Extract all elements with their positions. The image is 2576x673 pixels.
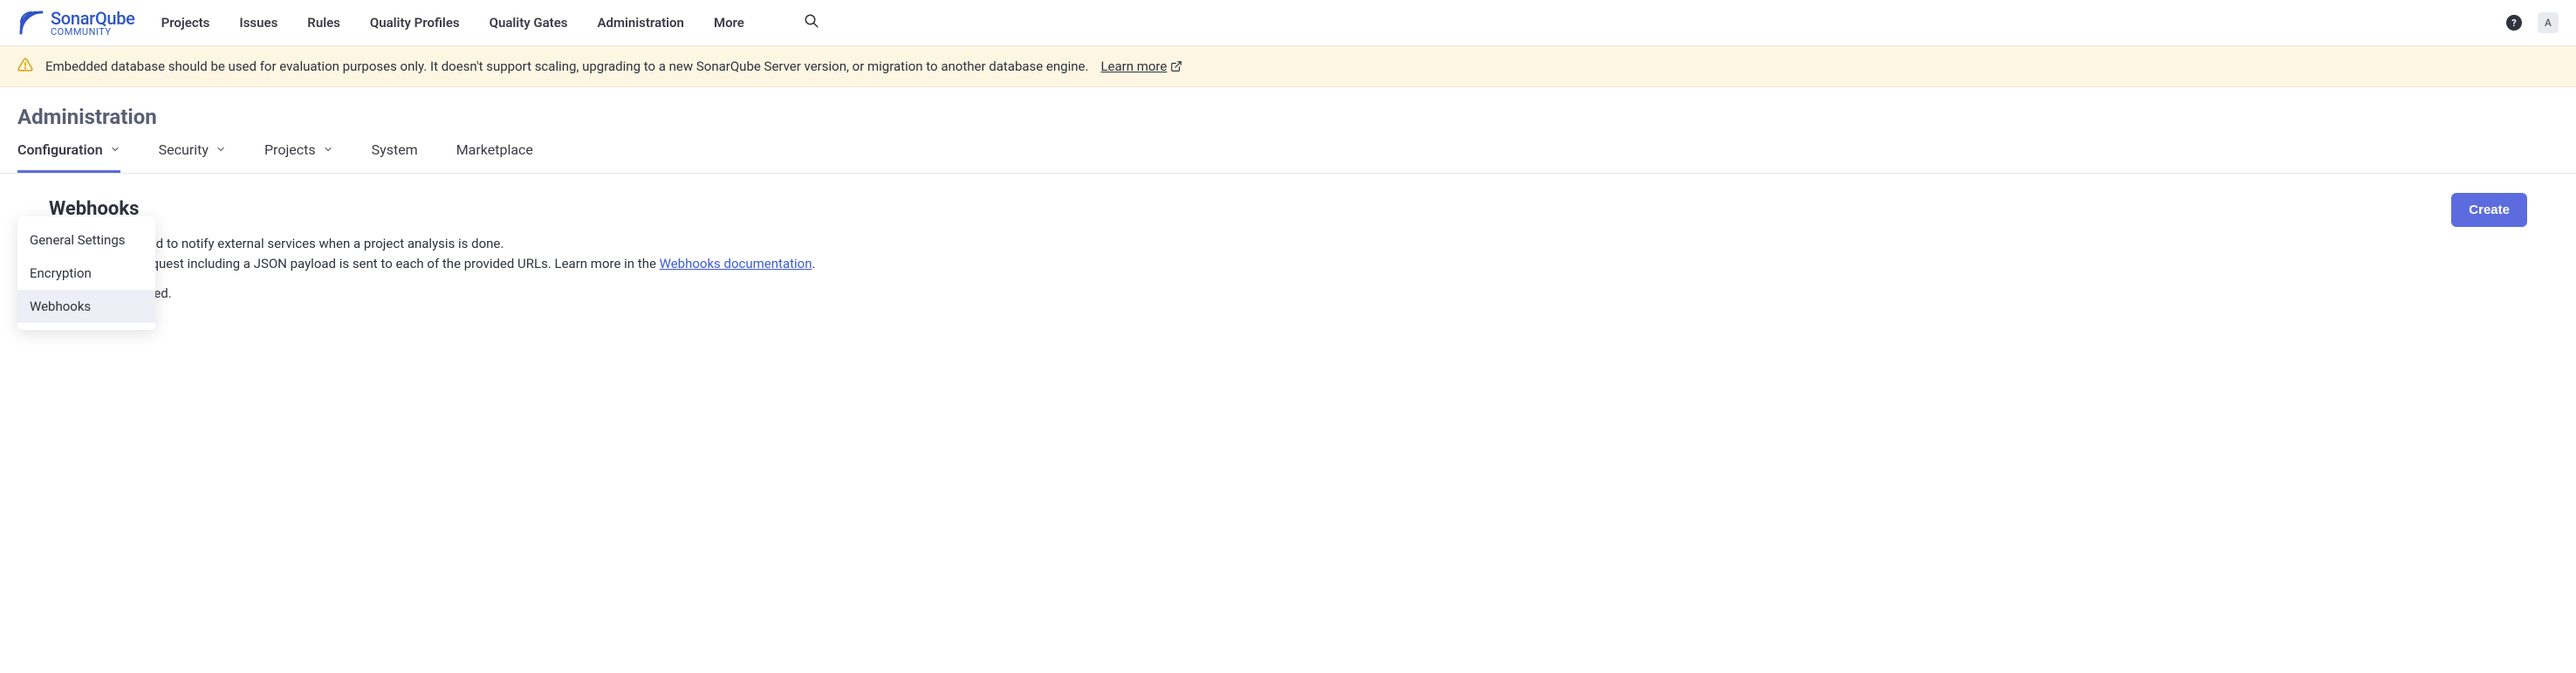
create-button[interactable]: Create: [2451, 193, 2527, 227]
nav-administration[interactable]: Administration: [598, 15, 684, 31]
nav-issues[interactable]: Issues: [239, 15, 277, 31]
tab-marketplace[interactable]: Marketplace: [456, 141, 533, 173]
content-description: Webhooks are used to notify external ser…: [49, 234, 904, 273]
tab-label: Projects: [264, 141, 316, 158]
webhooks-doc-link[interactable]: Webhooks documentation: [660, 256, 812, 271]
external-link-icon: [1170, 60, 1182, 72]
brand-logo[interactable]: SonarQube COMMUNITY: [17, 9, 135, 37]
page-title: Administration: [17, 105, 2559, 129]
tab-label: Configuration: [17, 141, 103, 158]
topnav-items: Projects Issues Rules Quality Profiles Q…: [161, 13, 819, 32]
tab-label: System: [372, 141, 418, 158]
chevron-down-icon: [110, 141, 120, 158]
empty-state-message: No webhook defined.: [49, 285, 2527, 301]
dropdown-item-webhooks[interactable]: Webhooks: [17, 290, 155, 323]
chevron-down-icon: [216, 141, 226, 158]
tab-configuration[interactable]: Configuration: [17, 141, 120, 173]
banner-link-label: Learn more: [1100, 58, 1167, 74]
dropdown-item-encryption[interactable]: Encryption: [17, 257, 155, 290]
nav-more[interactable]: More: [714, 15, 744, 31]
top-navbar: SonarQube COMMUNITY Projects Issues Rule…: [0, 0, 2576, 46]
sonarqube-logo-icon: [17, 9, 45, 37]
chevron-down-icon: [323, 141, 333, 158]
tab-label: Marketplace: [456, 141, 533, 158]
tab-projects[interactable]: Projects: [264, 141, 333, 173]
brand-name: SonarQube: [51, 10, 135, 27]
desc-line2b: .: [812, 256, 816, 271]
nav-quality-profiles[interactable]: Quality Profiles: [370, 15, 460, 31]
topnav-right: ? A: [2506, 12, 2559, 33]
embedded-db-warning-banner: Embedded database should be used for eva…: [0, 46, 2576, 87]
tab-label: Security: [159, 141, 209, 158]
admin-tabs: Configuration Security Projects System M…: [0, 141, 2576, 174]
nav-projects[interactable]: Projects: [161, 15, 210, 31]
user-avatar[interactable]: A: [2538, 12, 2559, 33]
warning-icon: [17, 57, 33, 76]
banner-learn-more-link[interactable]: Learn more: [1100, 58, 1182, 74]
search-icon[interactable]: [804, 13, 819, 32]
dropdown-item-general-settings[interactable]: General Settings: [17, 223, 155, 257]
help-icon[interactable]: ?: [2506, 15, 2522, 31]
nav-rules[interactable]: Rules: [307, 15, 340, 31]
nav-quality-gates[interactable]: Quality Gates: [490, 15, 568, 31]
brand-subtitle: COMMUNITY: [51, 27, 135, 37]
tab-security[interactable]: Security: [159, 141, 226, 173]
content-title: Webhooks: [49, 198, 2527, 220]
banner-text: Embedded database should be used for eva…: [45, 58, 1088, 74]
tab-system[interactable]: System: [372, 141, 418, 173]
configuration-dropdown: General Settings Encryption Webhooks: [17, 216, 155, 330]
main-content: Create Webhooks Webhooks are used to not…: [17, 174, 2559, 326]
